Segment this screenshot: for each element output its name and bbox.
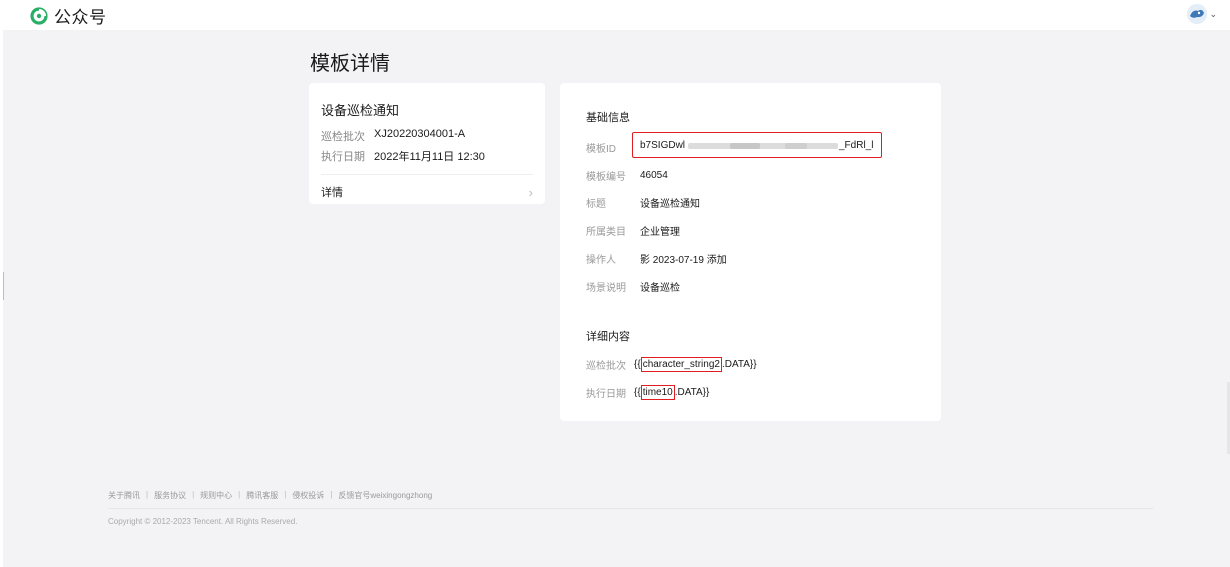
detail-row-close: .DATA}}: [721, 359, 757, 370]
footer-divider: [108, 508, 1153, 509]
detail-row: 执行日期 {{ time10 .DATA}}: [586, 385, 709, 400]
info-row-value: 设备巡检通知: [640, 199, 700, 210]
template-id-prefix: b7SIGDwl: [640, 140, 686, 151]
info-row-key: 操作人: [586, 255, 616, 266]
copyright: Copyright © 2012-2023 Tencent. All Right…: [108, 517, 298, 526]
info-row: 标题 设备巡检通知: [586, 195, 700, 210]
preview-detail-label: 详情: [321, 187, 343, 199]
footer-link[interactable]: 反馈官号weixingongzhong: [338, 490, 432, 501]
footer-link[interactable]: 规则中心: [200, 490, 232, 501]
footer-link[interactable]: 服务协议: [154, 490, 186, 501]
account-menu[interactable]: ⌄: [1187, 4, 1217, 24]
detail-row-key: 执行日期: [586, 389, 626, 400]
detail-row-close: .DATA}}: [674, 387, 710, 398]
detail-row-field-highlight: character_string2: [640, 357, 722, 372]
info-row-key: 标题: [586, 199, 606, 210]
side-collapse-handle[interactable]: [3, 272, 4, 300]
logo[interactable]: 公众号: [30, 3, 107, 28]
info-row-value: 企业管理: [640, 227, 680, 238]
redacted-blur: [785, 143, 807, 149]
chevron-right-icon: ›: [528, 184, 533, 200]
info-row-value: 46054: [640, 170, 668, 181]
info-row: 所属类目 企业管理: [586, 223, 680, 238]
detail-row-open: {{: [634, 387, 641, 398]
info-row: 操作人 影 2023-07-19 添加: [586, 251, 727, 266]
preview-row-key: 执行日期: [321, 151, 365, 163]
footer-link[interactable]: 侵权投诉: [292, 490, 324, 501]
detail-row-key: 巡检批次: [586, 361, 626, 372]
detail-row: 巡检批次 {{ character_string2 .DATA}}: [586, 357, 757, 372]
footer-links: 关于腾讯 | 服务协议 | 规则中心 | 腾讯客服 | 侵权投诉 | 反馈官号weixin…: [108, 490, 433, 501]
preview-row-value: 2022年11月11日 12:30: [374, 151, 485, 163]
info-row-key: 模板编号: [586, 172, 626, 183]
page-title: 模板详情: [310, 53, 390, 75]
preview-row-value: XJ20220304001-A: [374, 128, 466, 140]
preview-row: 巡检批次 XJ20220304001-A: [321, 128, 465, 144]
redacted-blur: [730, 143, 760, 149]
info-row-value: 影 2023-07-19 添加: [640, 255, 727, 266]
chevron-down-icon[interactable]: ⌄: [1209, 9, 1217, 20]
detail-content-title: 详细内容: [586, 331, 630, 343]
preview-title: 设备巡检通知: [321, 103, 400, 118]
detail-row-field-highlight: time10: [640, 385, 675, 400]
avatar[interactable]: [1187, 4, 1208, 24]
info-row-key: 场景说明: [586, 283, 626, 294]
info-row: 场景说明 设备巡检: [586, 279, 680, 294]
footer-link[interactable]: 腾讯客服: [246, 490, 278, 501]
app-title: 公众号: [54, 8, 107, 27]
redacted-blur: [688, 143, 838, 149]
wechat-official-account-logo-icon: [30, 6, 48, 25]
template-preview-card: 设备巡检通知 巡检批次 XJ20220304001-A 执行日期 2022年11…: [309, 83, 545, 204]
divider: [321, 174, 533, 175]
info-row: 模板编号 46054: [586, 168, 668, 183]
info-row-key: 所属类目: [586, 227, 626, 238]
preview-row: 执行日期 2022年11月11日 12:30: [321, 148, 485, 164]
basic-info-title: 基础信息: [586, 112, 630, 124]
preview-row-key: 巡检批次: [321, 131, 365, 143]
top-bar: 公众号 ⌄: [0, 0, 1230, 30]
template-id-suffix: _FdRl_l: [839, 140, 874, 151]
detail-row-open: {{: [634, 359, 641, 370]
info-row-value: 设备巡检: [640, 283, 680, 294]
preview-detail-link[interactable]: 详情 ›: [321, 184, 533, 200]
template-id-value[interactable]: b7SIGDwl: [640, 140, 685, 151]
template-info-card: 基础信息 模板ID b7SIGDwl _FdRl_l 模板编号 46054 标题…: [560, 83, 941, 421]
footer-link[interactable]: 关于腾讯: [108, 490, 140, 501]
